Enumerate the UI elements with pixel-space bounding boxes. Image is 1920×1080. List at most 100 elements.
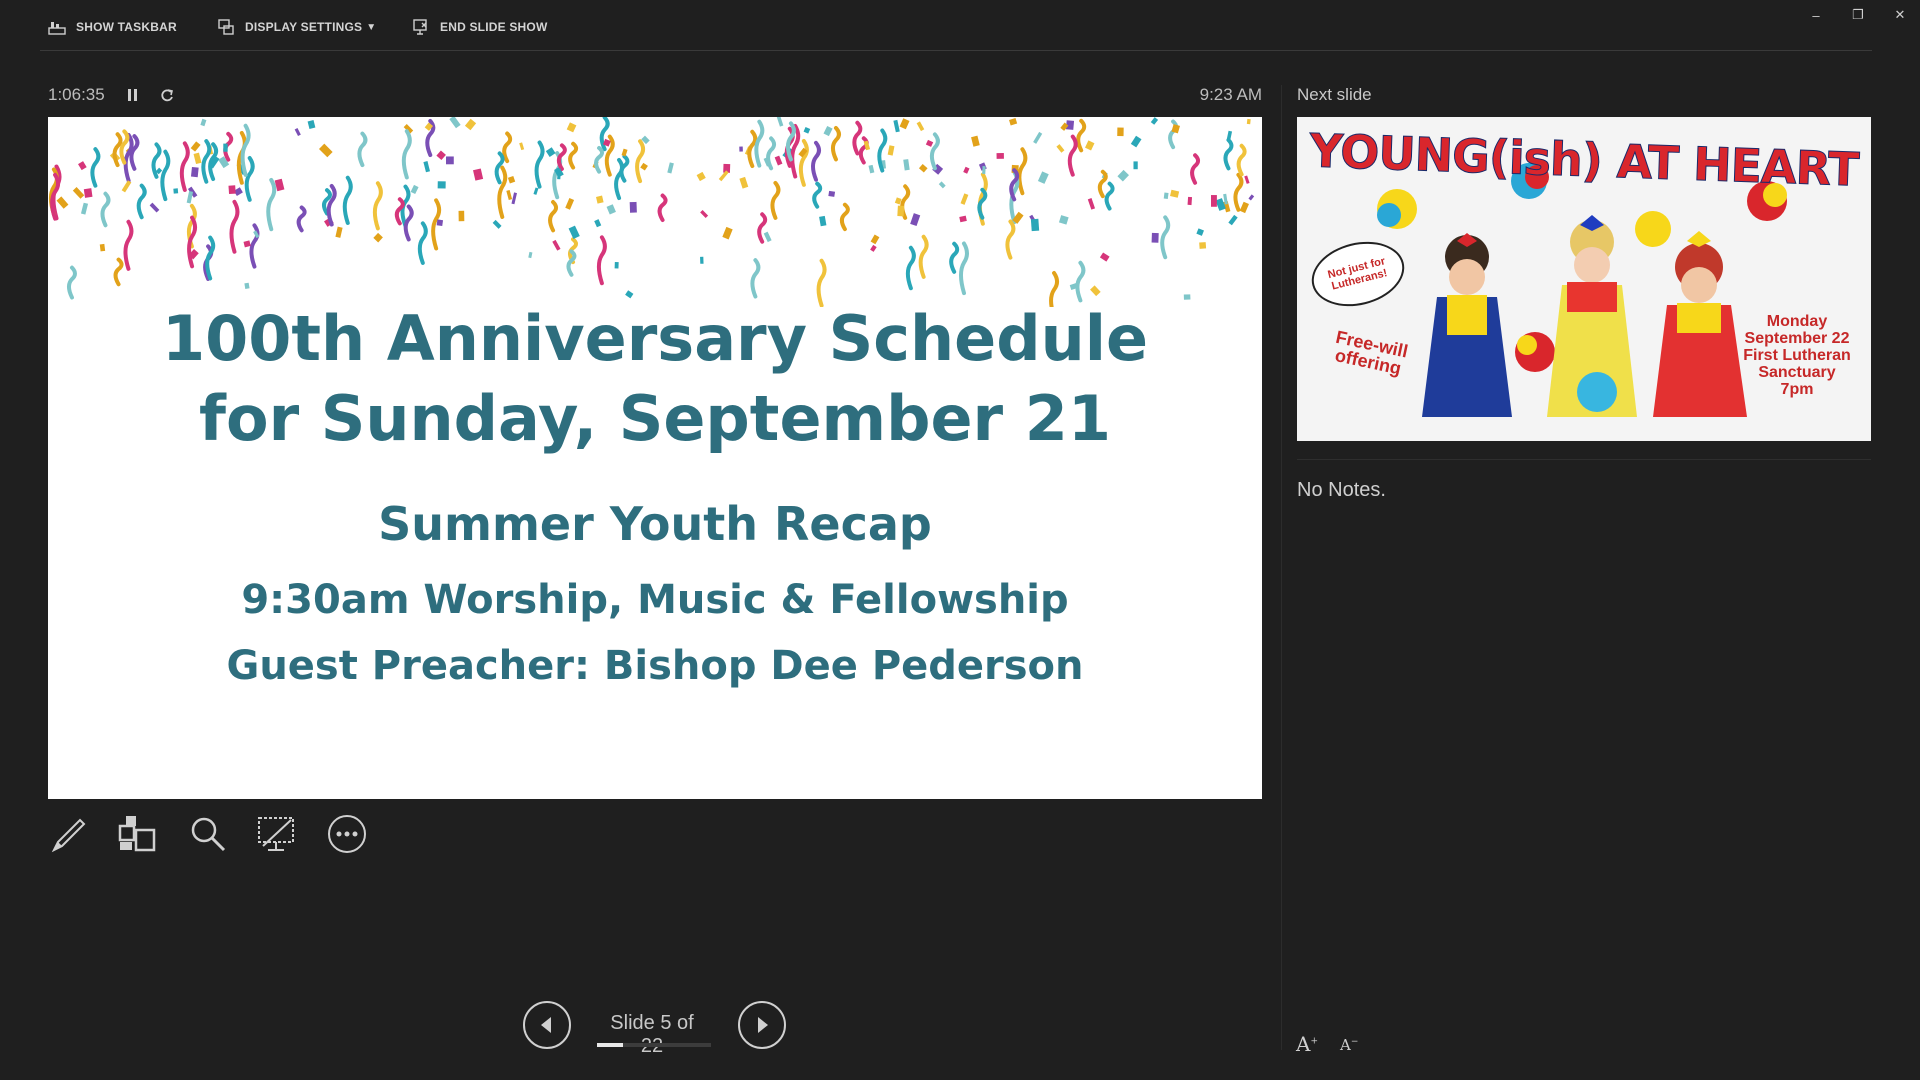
confetti-piece [958,241,969,296]
confetti-piece [870,244,877,252]
previous-slide-button[interactable] [522,1000,572,1050]
zoom-button[interactable] [186,812,230,856]
confetti-piece [766,136,777,171]
confetti-piece [458,210,465,222]
confetti-piece [229,199,240,254]
confetti-piece [1087,198,1096,210]
end-slide-show-button[interactable]: END SLIDE SHOW [412,14,547,40]
slides-grid-icon [118,816,156,852]
decrease-font-button[interactable]: A− [1340,1036,1368,1058]
confetti-piece [739,176,749,189]
confetti-piece [1033,131,1043,144]
confetti-piece [798,138,809,187]
pane-divider[interactable] [1281,85,1282,1050]
decrease-font-icon: A [1340,1036,1351,1054]
confetti-piece [83,188,93,198]
confetti-piece [511,192,517,205]
confetti-piece [625,290,634,299]
pause-timer-button[interactable] [124,84,144,106]
confetti-piece [852,120,863,156]
confetti-piece [99,243,106,252]
confetti-piece [1160,215,1171,260]
confetti-decoration [48,117,1255,307]
confetti-piece [903,159,910,171]
minimize-button[interactable]: – [1798,4,1834,26]
confetti-piece [893,119,900,133]
confetti-piece [1163,192,1169,199]
end-show-icon [413,19,427,35]
confetti-piece [228,185,236,195]
confetti-piece [1130,135,1142,148]
confetti-piece [160,149,171,202]
confetti-piece [925,139,934,147]
confetti-piece [621,148,628,157]
confetti-piece [1236,143,1247,177]
confetti-piece [929,132,940,171]
confetti-piece [190,166,199,178]
confetti-piece [200,118,207,127]
pen-tool-button[interactable] [48,812,92,856]
confetti-piece [899,118,910,130]
speaker-notes[interactable]: No Notes. [1297,479,1386,502]
confetti-piece [1056,144,1065,153]
confetti-piece [244,282,250,289]
confetti-piece [1085,140,1095,151]
see-all-slides-button[interactable] [116,812,160,856]
confetti-piece [739,146,743,152]
increase-font-button[interactable]: A+ [1296,1032,1324,1056]
confetti-piece [640,162,648,171]
close-button[interactable]: ✕ [1882,4,1918,26]
confetti-piece [403,204,414,242]
next-slide-event-details: Monday September 22 First Lutheran Sanct… [1727,313,1867,398]
confetti-piece [916,121,925,132]
confetti-piece [635,139,646,184]
confetti-piece [557,168,561,180]
confetti-piece [502,131,513,164]
confetti-piece [136,183,147,220]
display-settings-button[interactable]: DISPLAY SETTINGS ▼ [217,14,376,40]
confetti-piece [1248,194,1255,201]
next-slide-preview[interactable]: YOUNG(ish) AT HEART Not just for Luthera… [1297,117,1871,441]
restore-button[interactable]: ❐ [1840,4,1876,26]
confetti-piece [56,196,69,209]
confetti-piece [223,143,228,152]
confetti-piece [757,212,768,244]
confetti-piece [335,226,343,238]
confetti-piece [423,161,431,173]
confetti-piece [342,175,353,225]
confetti-piece [193,152,202,165]
confetti-piece [410,184,419,195]
restart-timer-button[interactable] [157,84,177,106]
confetti-piece [1133,161,1138,170]
black-screen-icon [258,817,294,851]
black-screen-button[interactable] [255,812,299,856]
confetti-piece [533,187,539,195]
toolbar-divider [40,50,1872,51]
slide-title-line2: for Sunday, September 21 [199,382,1111,455]
confetti-piece [497,165,508,219]
next-slide-button[interactable] [737,1000,787,1050]
confetti-piece [1067,134,1078,177]
confetti-piece [819,215,827,227]
confetti-piece [552,239,561,251]
confetti-piece [949,241,960,274]
chevron-down-icon: ▼ [366,21,377,33]
confetti-piece [667,162,674,174]
more-options-button[interactable] [325,812,369,856]
confetti-piece [774,155,783,166]
confetti-piece [596,235,607,286]
confetti-piece [80,202,89,215]
confetti-piece [700,256,704,264]
confetti-piece [121,180,132,193]
notes-separator [1297,459,1871,460]
current-slide[interactable]: 100th Anniversary Schedule for Sunday, S… [48,117,1262,799]
confetti-piece [318,143,333,158]
confetti-piece [294,128,301,137]
confetti-piece [629,201,637,213]
confetti-piece [1099,252,1110,262]
show-taskbar-button[interactable]: SHOW TASKBAR [48,14,177,40]
confetti-piece [905,245,916,291]
confetti-piece [473,168,484,181]
confetti-piece [594,219,602,228]
confetti-piece [565,197,575,210]
